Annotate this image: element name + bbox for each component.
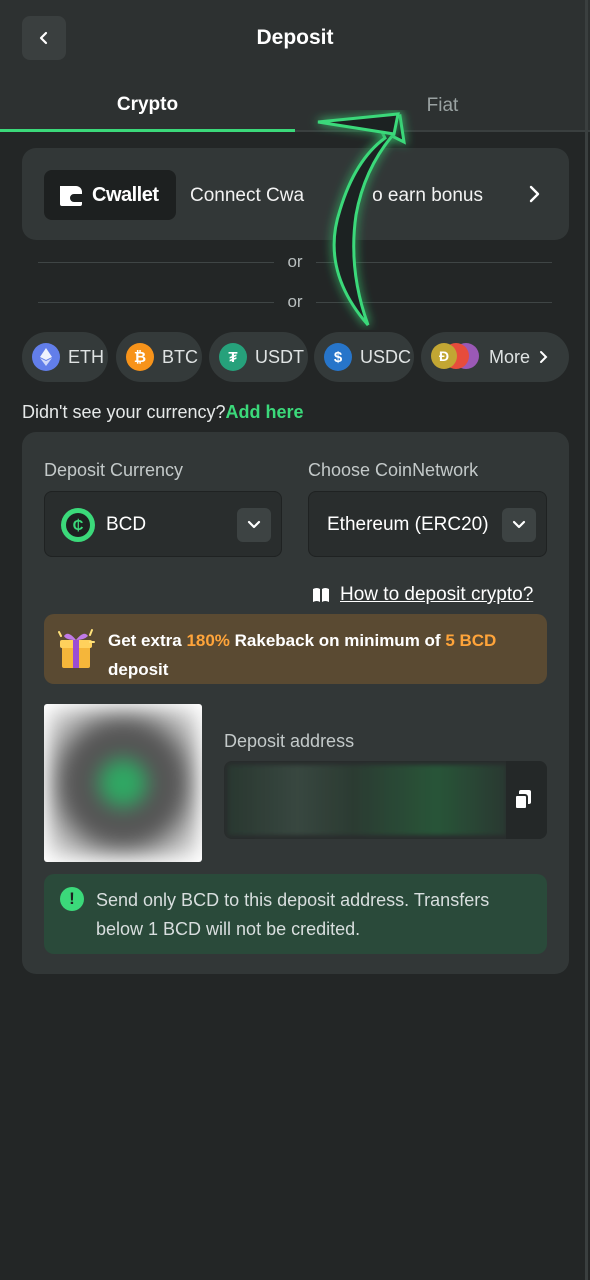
cwallet-logo: Cwallet	[44, 170, 176, 220]
cwallet-logo-text: Cwallet	[92, 183, 159, 206]
coin-chip-eth[interactable]: ETH	[22, 332, 108, 382]
coin-chip-usdc[interactable]: $ USDC	[314, 332, 414, 382]
or-divider-2: or	[38, 292, 552, 312]
coin-chip-usdt[interactable]: ₮ USDT	[209, 332, 308, 382]
deposit-warning-text: Send only BCD to this deposit address. T…	[96, 890, 490, 939]
exclamation-icon: !	[60, 887, 84, 911]
chevron-right-icon	[529, 185, 540, 203]
page-title: Deposit	[256, 26, 334, 49]
currency-notice: Didn't see your currency?Add here	[22, 402, 304, 422]
deposit-qr-code	[44, 704, 202, 862]
network-dropdown-button[interactable]	[502, 508, 536, 542]
deposit-address-label: Deposit address	[224, 731, 355, 751]
chevron-down-icon	[247, 520, 261, 529]
coin-network-label: Choose CoinNetwork	[308, 460, 479, 480]
chevron-down-icon	[512, 520, 526, 529]
btc-icon: ₿	[126, 343, 154, 371]
or-divider-1: or	[38, 252, 552, 272]
deposit-card: Deposit Currency Choose CoinNetwork ₵ BC…	[22, 432, 569, 974]
deposit-currency-label: Deposit Currency	[44, 460, 184, 480]
network-value: Ethereum (ERC20)	[327, 514, 489, 535]
tab-fiat[interactable]: Fiat	[295, 80, 590, 132]
cwallet-promo-text: Connect Cwa o earn bonus	[190, 185, 483, 206]
deposit-tabs: Crypto Fiat	[0, 80, 590, 132]
cwallet-connect-card[interactable]: Cwallet Connect Cwa o earn bonus	[22, 148, 569, 240]
currency-value: BCD	[106, 514, 147, 535]
more-coins-icon: Ð	[431, 343, 481, 371]
currency-select[interactable]: ₵ BCD	[44, 491, 282, 557]
rakeback-promo-text: Get extra 180% Rakeback on minimum of 5 …	[108, 631, 497, 679]
tab-crypto[interactable]: Crypto	[0, 80, 295, 132]
deposit-address-field[interactable]	[224, 761, 547, 839]
header-bar: Deposit	[0, 0, 590, 80]
usdt-icon: ₮	[219, 343, 247, 371]
gift-icon	[58, 629, 95, 668]
scrollbar[interactable]	[585, 0, 588, 1280]
usdc-icon: $	[324, 343, 352, 371]
deposit-warning: ! Send only BCD to this deposit address.…	[44, 874, 547, 954]
copy-icon[interactable]	[513, 789, 533, 811]
network-select[interactable]: Ethereum (ERC20)	[308, 491, 547, 557]
coin-chip-btc[interactable]: ₿ BTC	[116, 332, 202, 382]
coin-chip-row: ETH ₿ BTC ₮ USDT $ USDC Ð More	[22, 332, 570, 382]
how-to-deposit-link[interactable]: How to deposit crypto?	[312, 584, 533, 606]
add-currency-link[interactable]: Add here	[226, 402, 304, 422]
cwallet-logo-icon	[60, 186, 82, 206]
eth-icon	[32, 343, 60, 371]
rakeback-promo-banner: Get extra 180% Rakeback on minimum of 5 …	[44, 614, 547, 684]
book-icon	[313, 588, 329, 602]
bcd-icon: ₵	[61, 508, 95, 542]
coin-chip-more[interactable]: Ð More	[421, 332, 569, 382]
chevron-right-small-icon	[540, 351, 548, 363]
currency-dropdown-button[interactable]	[237, 508, 271, 542]
